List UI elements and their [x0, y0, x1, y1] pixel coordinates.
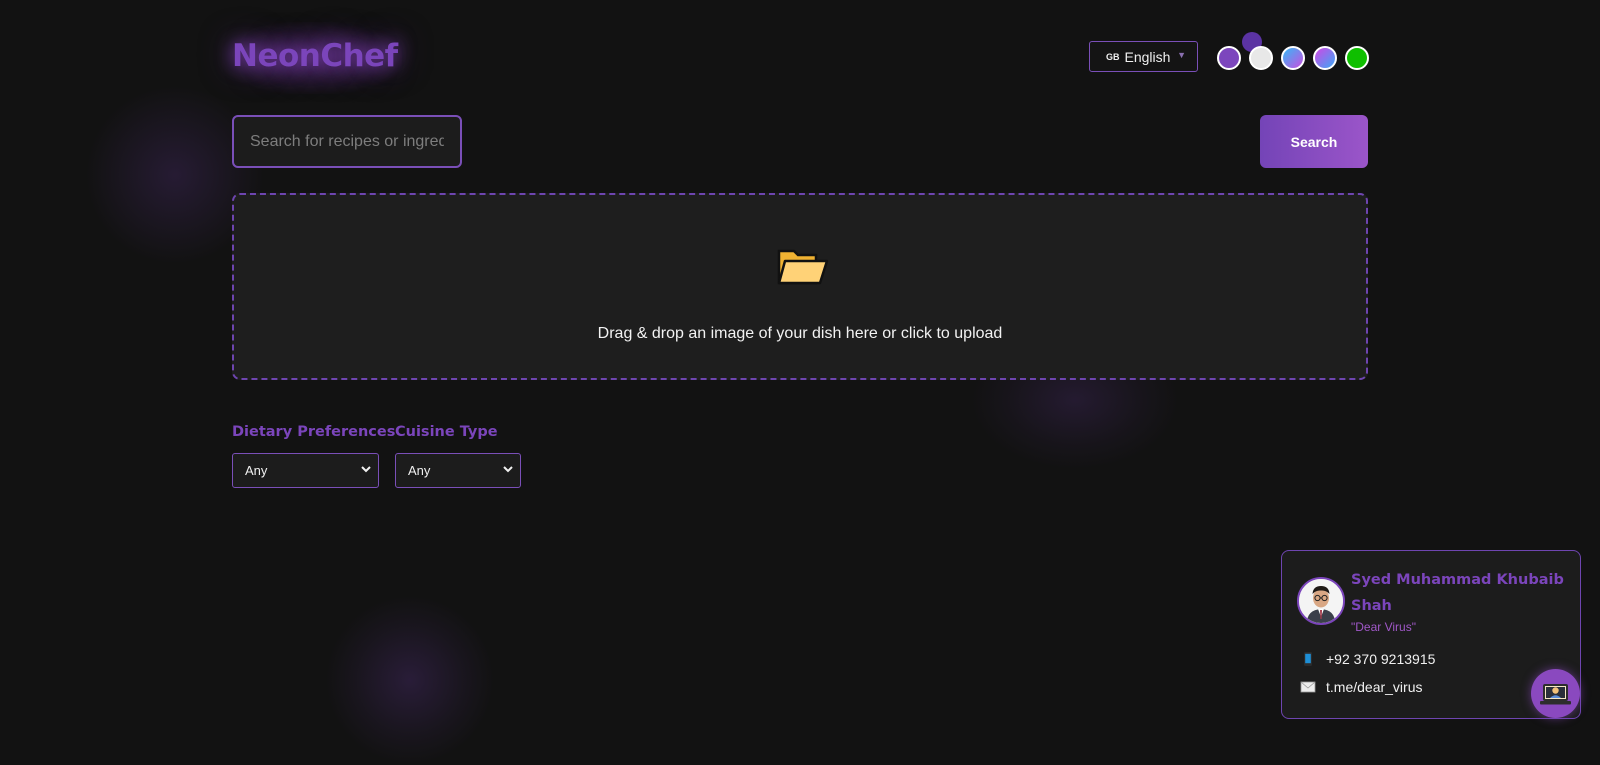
contact-name: Syed Muhammad Khubaib Shah — [1351, 572, 1564, 614]
cuisine-type-label: Cuisine Type — [395, 424, 498, 440]
theme-swatch-light[interactable] — [1249, 46, 1273, 70]
theme-swatch-purple[interactable] — [1217, 46, 1241, 70]
background-glow — [325, 595, 495, 765]
envelope-icon — [1300, 681, 1316, 693]
avatar — [1297, 577, 1345, 625]
folder-icon — [777, 249, 829, 285]
cuisine-type-value: Any — [408, 463, 431, 478]
theme-swatch-blue-pink[interactable] — [1281, 46, 1305, 70]
search-input[interactable] — [232, 115, 462, 168]
app-logo: NeonChef — [232, 38, 398, 74]
chevron-down-icon — [361, 466, 371, 473]
chevron-down-icon — [503, 466, 513, 473]
person-avatar-icon — [1299, 579, 1343, 623]
contact-telegram[interactable]: t.me/dear_virus — [1300, 679, 1422, 695]
dietary-preferences-select[interactable]: Any — [232, 453, 379, 488]
contact-phone[interactable]: +92 370 9213915 — [1300, 651, 1435, 667]
language-select[interactable]: GB English ▼ — [1089, 41, 1198, 72]
technologist-icon — [1540, 684, 1571, 705]
theme-swatch-pink-blue[interactable] — [1313, 46, 1337, 70]
flag-icon: GB — [1106, 51, 1120, 62]
search-button[interactable]: Search — [1260, 115, 1368, 168]
language-label: English — [1124, 48, 1171, 65]
dietary-preferences-value: Any — [245, 463, 268, 478]
image-upload-dropzone[interactable]: Drag & drop an image of your dish here o… — [232, 193, 1368, 380]
theme-swatch-green[interactable] — [1345, 46, 1369, 70]
contact-nickname: "Dear Virus" — [1351, 620, 1416, 634]
mobile-phone-icon — [1304, 652, 1312, 666]
upload-instructions: Drag & drop an image of your dish here o… — [597, 325, 1003, 342]
contact-telegram-link: t.me/dear_virus — [1326, 679, 1423, 695]
contact-phone-number: +92 370 9213915 — [1326, 651, 1436, 667]
cuisine-type-select[interactable]: Any — [395, 453, 521, 488]
contact-toggle-button[interactable] — [1531, 669, 1580, 718]
dietary-preferences-label: Dietary Preferences — [232, 424, 396, 440]
chevron-down-icon: ▼ — [1177, 50, 1186, 60]
